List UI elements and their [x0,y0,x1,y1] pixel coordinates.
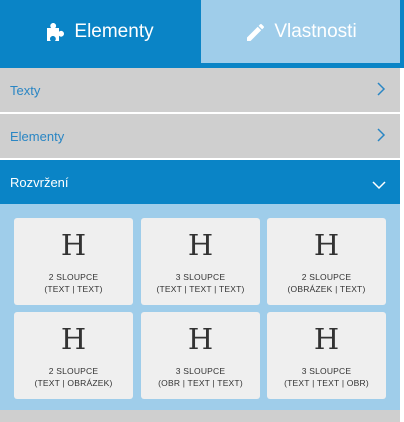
heading-icon: H [313,228,340,262]
layout-card-title: 3 SLOUPCE [175,366,226,376]
accordion-elementy[interactable]: Elementy [0,114,400,158]
layout-card-subtitle: (TEXT | OBRÁZEK) [34,378,113,388]
layout-card-title: 3 SLOUPCE [301,366,352,376]
layout-card[interactable]: H 3 SLOUPCE (OBR | TEXT | TEXT) [141,312,260,399]
tab-properties-label: Vlastnosti [274,20,357,42]
layout-card[interactable]: H 2 SLOUPCE (TEXT | TEXT) [14,218,133,305]
layout-card[interactable]: H 2 SLOUPCE (OBRÁZEK | TEXT) [267,218,386,305]
accordion-rozvrzeni[interactable]: Rozvržení [0,160,400,204]
layout-card[interactable]: H 3 SLOUPCE (TEXT | TEXT | OBR) [267,312,386,399]
chevron-right-icon [376,128,386,147]
layout-card-subtitle: (TEXT | TEXT | OBR) [284,378,369,388]
layout-card-subtitle: (TEXT | TEXT | TEXT) [156,284,245,294]
layout-card-title: 2 SLOUPCE [48,272,99,282]
heading-icon: H [60,322,87,356]
layout-card-subtitle: (OBR | TEXT | TEXT) [158,378,243,388]
layout-card-subtitle: (OBRÁZEK | TEXT) [287,284,366,294]
chevron-down-icon [372,177,386,195]
layout-card-subtitle: (TEXT | TEXT) [44,284,103,294]
editor-panel: Elementy Vlastnosti Texty Elementy Rozvr… [0,0,404,422]
layout-card-title: 2 SLOUPCE [301,272,352,282]
heading-icon: H [187,228,214,262]
tab-properties[interactable]: Vlastnosti [201,0,400,63]
layout-card-title: 3 SLOUPCE [175,272,226,282]
puzzle-icon [44,21,66,43]
tab-elements-label: Elementy [74,20,154,42]
tab-bar: Elementy Vlastnosti [0,0,404,68]
accordion-texty[interactable]: Texty [0,68,400,112]
heading-icon: H [313,322,340,356]
tab-elements[interactable]: Elementy [0,0,198,63]
layout-card-title: 2 SLOUPCE [48,366,99,376]
layout-card[interactable]: H 2 SLOUPCE (TEXT | OBRÁZEK) [14,312,133,399]
accordion-rozvrzeni-label: Rozvržení [10,174,69,190]
accordion-texty-label: Texty [10,82,41,98]
chevron-right-icon [376,82,386,101]
accordion-elementy-label: Elementy [10,128,65,144]
pencil-icon [244,21,266,43]
heading-icon: H [60,228,87,262]
layout-card[interactable]: H 3 SLOUPCE (TEXT | TEXT | TEXT) [141,218,260,305]
layout-grid: H 2 SLOUPCE (TEXT | TEXT) H 3 SLOUPCE (T… [0,204,400,410]
heading-icon: H [187,322,214,356]
accordion-next-row[interactable] [0,410,400,422]
